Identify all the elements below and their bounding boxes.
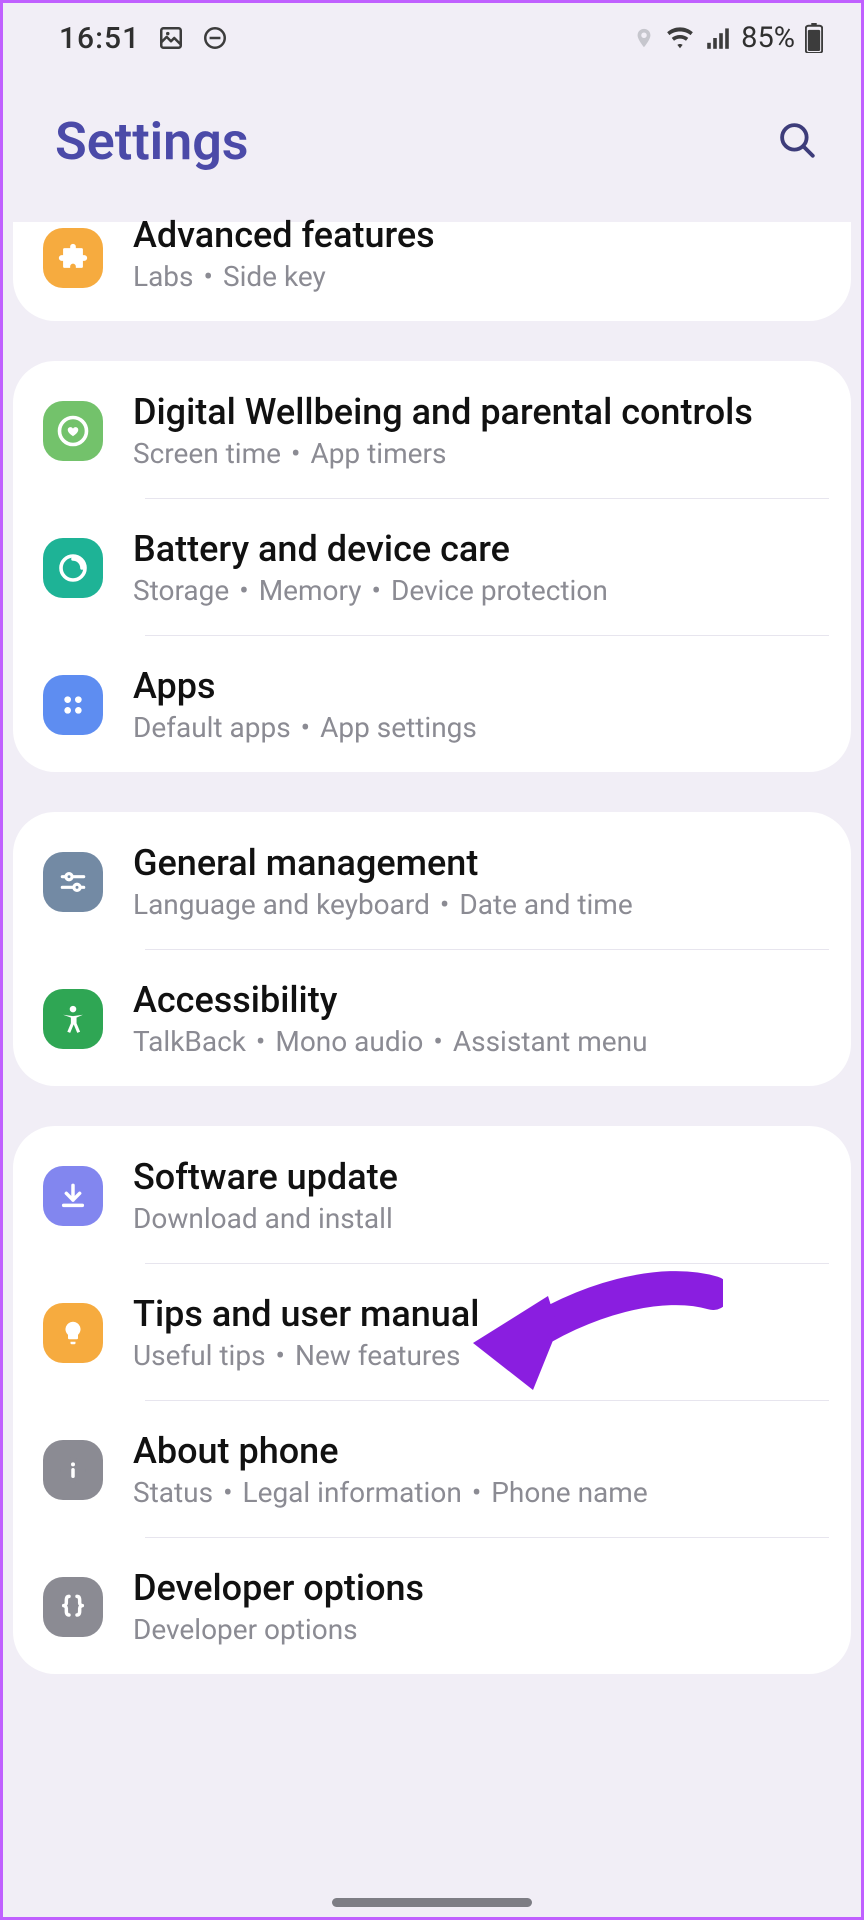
item-title: Accessibility <box>133 979 821 1021</box>
gesture-nav-handle[interactable] <box>332 1898 532 1907</box>
item-title: General management <box>133 842 821 884</box>
general-management-icon <box>43 852 103 912</box>
item-sub: Labs•Side key <box>133 260 821 293</box>
battery-text: 85% <box>741 21 795 55</box>
search-button[interactable] <box>769 114 825 170</box>
settings-item-general-management[interactable]: General management Language and keyboard… <box>13 812 851 949</box>
device-care-icon <box>43 538 103 598</box>
page-title: Settings <box>55 111 249 172</box>
item-sub: Storage•Memory•Device protection <box>133 574 821 607</box>
settings-section-3: Software update Download and install Tip… <box>13 1126 851 1674</box>
status-bar: 16:51 85% <box>3 3 861 71</box>
settings-section-0: Advanced features Labs•Side key <box>13 222 851 321</box>
settings-section-1: Digital Wellbeing and parental controls … <box>13 361 851 772</box>
item-sub: Status•Legal information•Phone name <box>133 1476 821 1509</box>
location-icon <box>633 25 655 51</box>
settings-item-developer-options[interactable]: Developer options Developer options <box>13 1537 851 1674</box>
wifi-icon <box>665 26 695 50</box>
tips-icon <box>43 1303 103 1363</box>
settings-item-digital-wellbeing[interactable]: Digital Wellbeing and parental controls … <box>13 361 851 498</box>
header: Settings <box>3 71 861 222</box>
wellbeing-icon <box>43 401 103 461</box>
settings-item-accessibility[interactable]: Accessibility TalkBack•Mono audio•Assist… <box>13 949 851 1086</box>
item-title: Apps <box>133 665 821 707</box>
about-phone-icon <box>43 1440 103 1500</box>
item-title: Digital Wellbeing and parental controls <box>133 391 821 433</box>
search-icon <box>776 119 818 164</box>
apps-icon <box>43 675 103 735</box>
settings-item-apps[interactable]: Apps Default apps•App settings <box>13 635 851 772</box>
dnd-icon <box>202 25 228 51</box>
settings-item-battery-device-care[interactable]: Battery and device care Storage•Memory•D… <box>13 498 851 635</box>
picture-icon <box>158 25 184 51</box>
item-title: Advanced features <box>133 214 821 256</box>
signal-icon <box>705 26 731 50</box>
item-title: Software update <box>133 1156 821 1198</box>
settings-item-advanced-features[interactable]: Advanced features Labs•Side key <box>13 222 851 321</box>
settings-item-about-phone[interactable]: About phone Status•Legal information•Pho… <box>13 1400 851 1537</box>
developer-options-icon <box>43 1577 103 1637</box>
item-title: Battery and device care <box>133 528 821 570</box>
item-sub: Default apps•App settings <box>133 711 821 744</box>
item-sub: TalkBack•Mono audio•Assistant menu <box>133 1025 821 1058</box>
item-title: About phone <box>133 1430 821 1472</box>
item-title: Developer options <box>133 1567 821 1609</box>
battery-icon <box>805 23 823 53</box>
settings-section-2: General management Language and keyboard… <box>13 812 851 1086</box>
item-title: Tips and user manual <box>133 1293 821 1335</box>
item-sub: Screen time•App timers <box>133 437 821 470</box>
advanced-features-icon <box>43 228 103 288</box>
status-time: 16:51 <box>59 21 140 56</box>
item-sub: Developer options <box>133 1613 821 1646</box>
settings-item-tips-manual[interactable]: Tips and user manual Useful tips•New fea… <box>13 1263 851 1400</box>
item-sub: Useful tips•New features <box>133 1339 821 1372</box>
settings-item-software-update[interactable]: Software update Download and install <box>13 1126 851 1263</box>
item-sub: Language and keyboard•Date and time <box>133 888 821 921</box>
software-update-icon <box>43 1166 103 1226</box>
accessibility-icon <box>43 989 103 1049</box>
item-sub: Download and install <box>133 1202 821 1235</box>
